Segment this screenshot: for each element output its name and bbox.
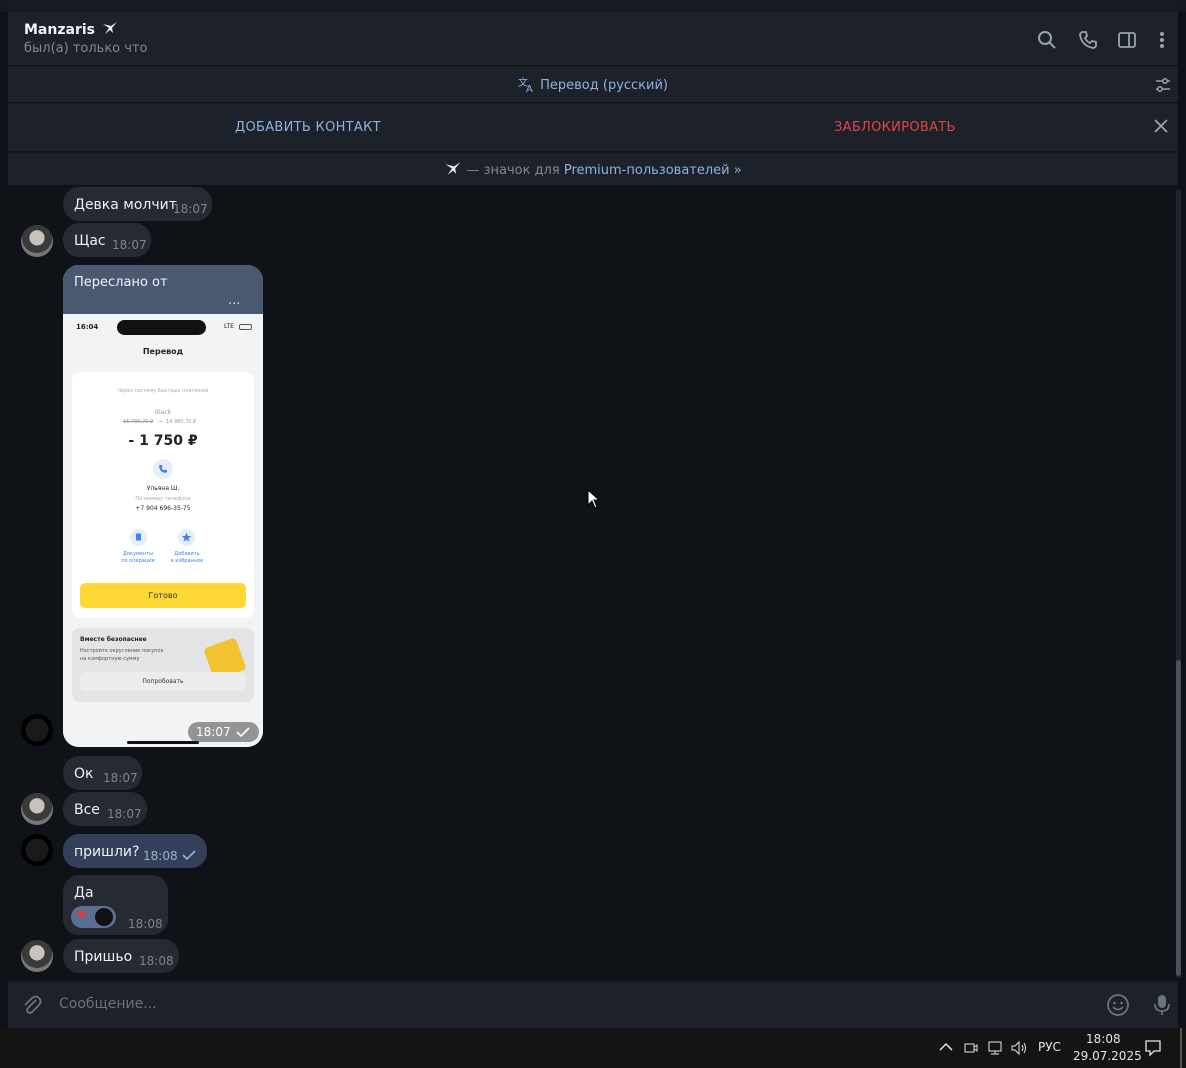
attach-icon[interactable]	[21, 994, 43, 1016]
premium-link[interactable]: Premium-пользователей »	[564, 163, 742, 178]
message-bubble[interactable]: Девка молчит 18:07	[63, 187, 212, 221]
sidebar-toggle-icon[interactable]	[1116, 29, 1138, 51]
message-bubble[interactable]: Да ❤ 18:08	[63, 875, 168, 935]
message-time: 18:07	[103, 771, 138, 785]
last-seen-status: был(а) только что	[24, 41, 148, 56]
search-icon[interactable]	[1036, 29, 1058, 51]
contact-action-bar: ДОБАВИТЬ КОНТАКТ ЗАБЛОКИРОВАТЬ	[8, 104, 1178, 152]
scrollbar-thumb[interactable]	[1176, 660, 1181, 976]
clock-date[interactable]: 29.07.2025	[1073, 1049, 1142, 1063]
close-icon[interactable]	[1154, 119, 1168, 133]
translate-label[interactable]: 文A Перевод (русский)	[8, 76, 1178, 95]
message-bubble-outgoing[interactable]: пришли? 18:08	[63, 834, 207, 868]
reaction-chip[interactable]: ❤	[71, 906, 116, 928]
avatar[interactable]	[21, 793, 53, 825]
message-time-badge: 18:07	[188, 722, 259, 742]
windows-taskbar: РУС 18:08 29.07.2025	[0, 1028, 1186, 1068]
premium-text: — значок для	[466, 163, 564, 178]
phone-icon	[153, 459, 173, 479]
message-bubble[interactable]: Все 18:07	[63, 792, 147, 826]
sent-check-icon	[236, 727, 250, 737]
translate-settings-icon[interactable]	[1154, 76, 1172, 94]
message-time: 18:08	[128, 917, 163, 931]
avatar[interactable]	[21, 714, 53, 746]
clock-time[interactable]: 18:08	[1086, 1032, 1121, 1046]
network-icon[interactable]	[986, 1040, 1004, 1056]
mouse-cursor-icon	[587, 489, 599, 509]
message-bubble[interactable]: Ок 18:07	[63, 756, 142, 790]
add-contact-button[interactable]: ДОБАВИТЬ КОНТАКТ	[235, 120, 381, 135]
message-bubble[interactable]: Пришьо 18:08	[63, 939, 179, 973]
home-indicator	[127, 741, 199, 744]
dynamic-island	[117, 320, 206, 335]
transfer-amount: - 1 750 ₽	[128, 433, 198, 449]
avatar[interactable]	[21, 225, 53, 257]
contact-name[interactable]: Manzaris	[24, 21, 118, 38]
forwarded-label: Переслано от	[74, 275, 168, 290]
phone-icon[interactable]	[1077, 29, 1099, 51]
premium-badge-icon	[102, 22, 117, 34]
chat-header[interactable]: Manzaris был(а) только что	[8, 12, 1178, 66]
message-input[interactable]: Сообщение...	[59, 996, 157, 1012]
emoji-icon[interactable]	[1106, 993, 1130, 1017]
translate-icon: 文A	[518, 76, 533, 95]
sent-check-icon	[182, 850, 196, 860]
forwarded-screenshot[interactable]: 16:04 LTE Перевод Через систему быстрых …	[63, 314, 263, 747]
heart-reaction-icon: ❤	[76, 908, 87, 923]
reaction-avatar	[95, 908, 113, 926]
forwarded-message[interactable]: Переслано от ... 16:04 LTE Перевод Через…	[63, 265, 263, 747]
battery-icon	[239, 324, 252, 330]
avatar[interactable]	[21, 834, 53, 866]
forwarded-header[interactable]: Переслано от ...	[63, 265, 263, 314]
message-time: 18:08	[143, 849, 178, 863]
promo-card: Вместе безопаснее Настройте округление п…	[72, 628, 254, 702]
message-bubble[interactable]: Щас 18:07	[63, 223, 151, 257]
premium-badge-icon	[445, 162, 461, 175]
notifications-icon[interactable]	[1144, 1039, 1162, 1057]
message-composer: Сообщение...	[8, 982, 1178, 1028]
chat-scrollbar[interactable]	[1176, 190, 1181, 978]
show-desktop-button[interactable]	[1180, 1028, 1182, 1068]
star-icon	[178, 529, 195, 546]
document-icon	[130, 529, 147, 546]
forwarded-sender[interactable]: ...	[228, 293, 240, 308]
message-time: 18:07	[173, 202, 208, 216]
message-time: 18:08	[139, 954, 174, 968]
translate-bar[interactable]: 文A Перевод (русский)	[8, 67, 1178, 103]
block-button[interactable]: ЗАБЛОКИРОВАТЬ	[834, 120, 956, 135]
message-time: 18:07	[112, 238, 147, 252]
premium-info-bar[interactable]: — значок для Premium-пользователей »	[8, 153, 1178, 186]
meet-now-icon[interactable]	[963, 1040, 979, 1056]
avatar[interactable]	[21, 940, 53, 972]
done-button: Готово	[80, 583, 246, 608]
message-time: 18:07	[107, 807, 142, 821]
chevron-up-icon[interactable]	[939, 1041, 953, 1053]
volume-icon[interactable]	[1010, 1040, 1028, 1056]
svg-text:A: A	[526, 84, 533, 92]
transfer-card: Через систему быстрых платежей Black 16 …	[72, 372, 254, 618]
input-language[interactable]: РУС	[1038, 1040, 1061, 1054]
more-options-icon[interactable]	[1151, 29, 1173, 51]
microphone-icon[interactable]	[1152, 993, 1172, 1017]
